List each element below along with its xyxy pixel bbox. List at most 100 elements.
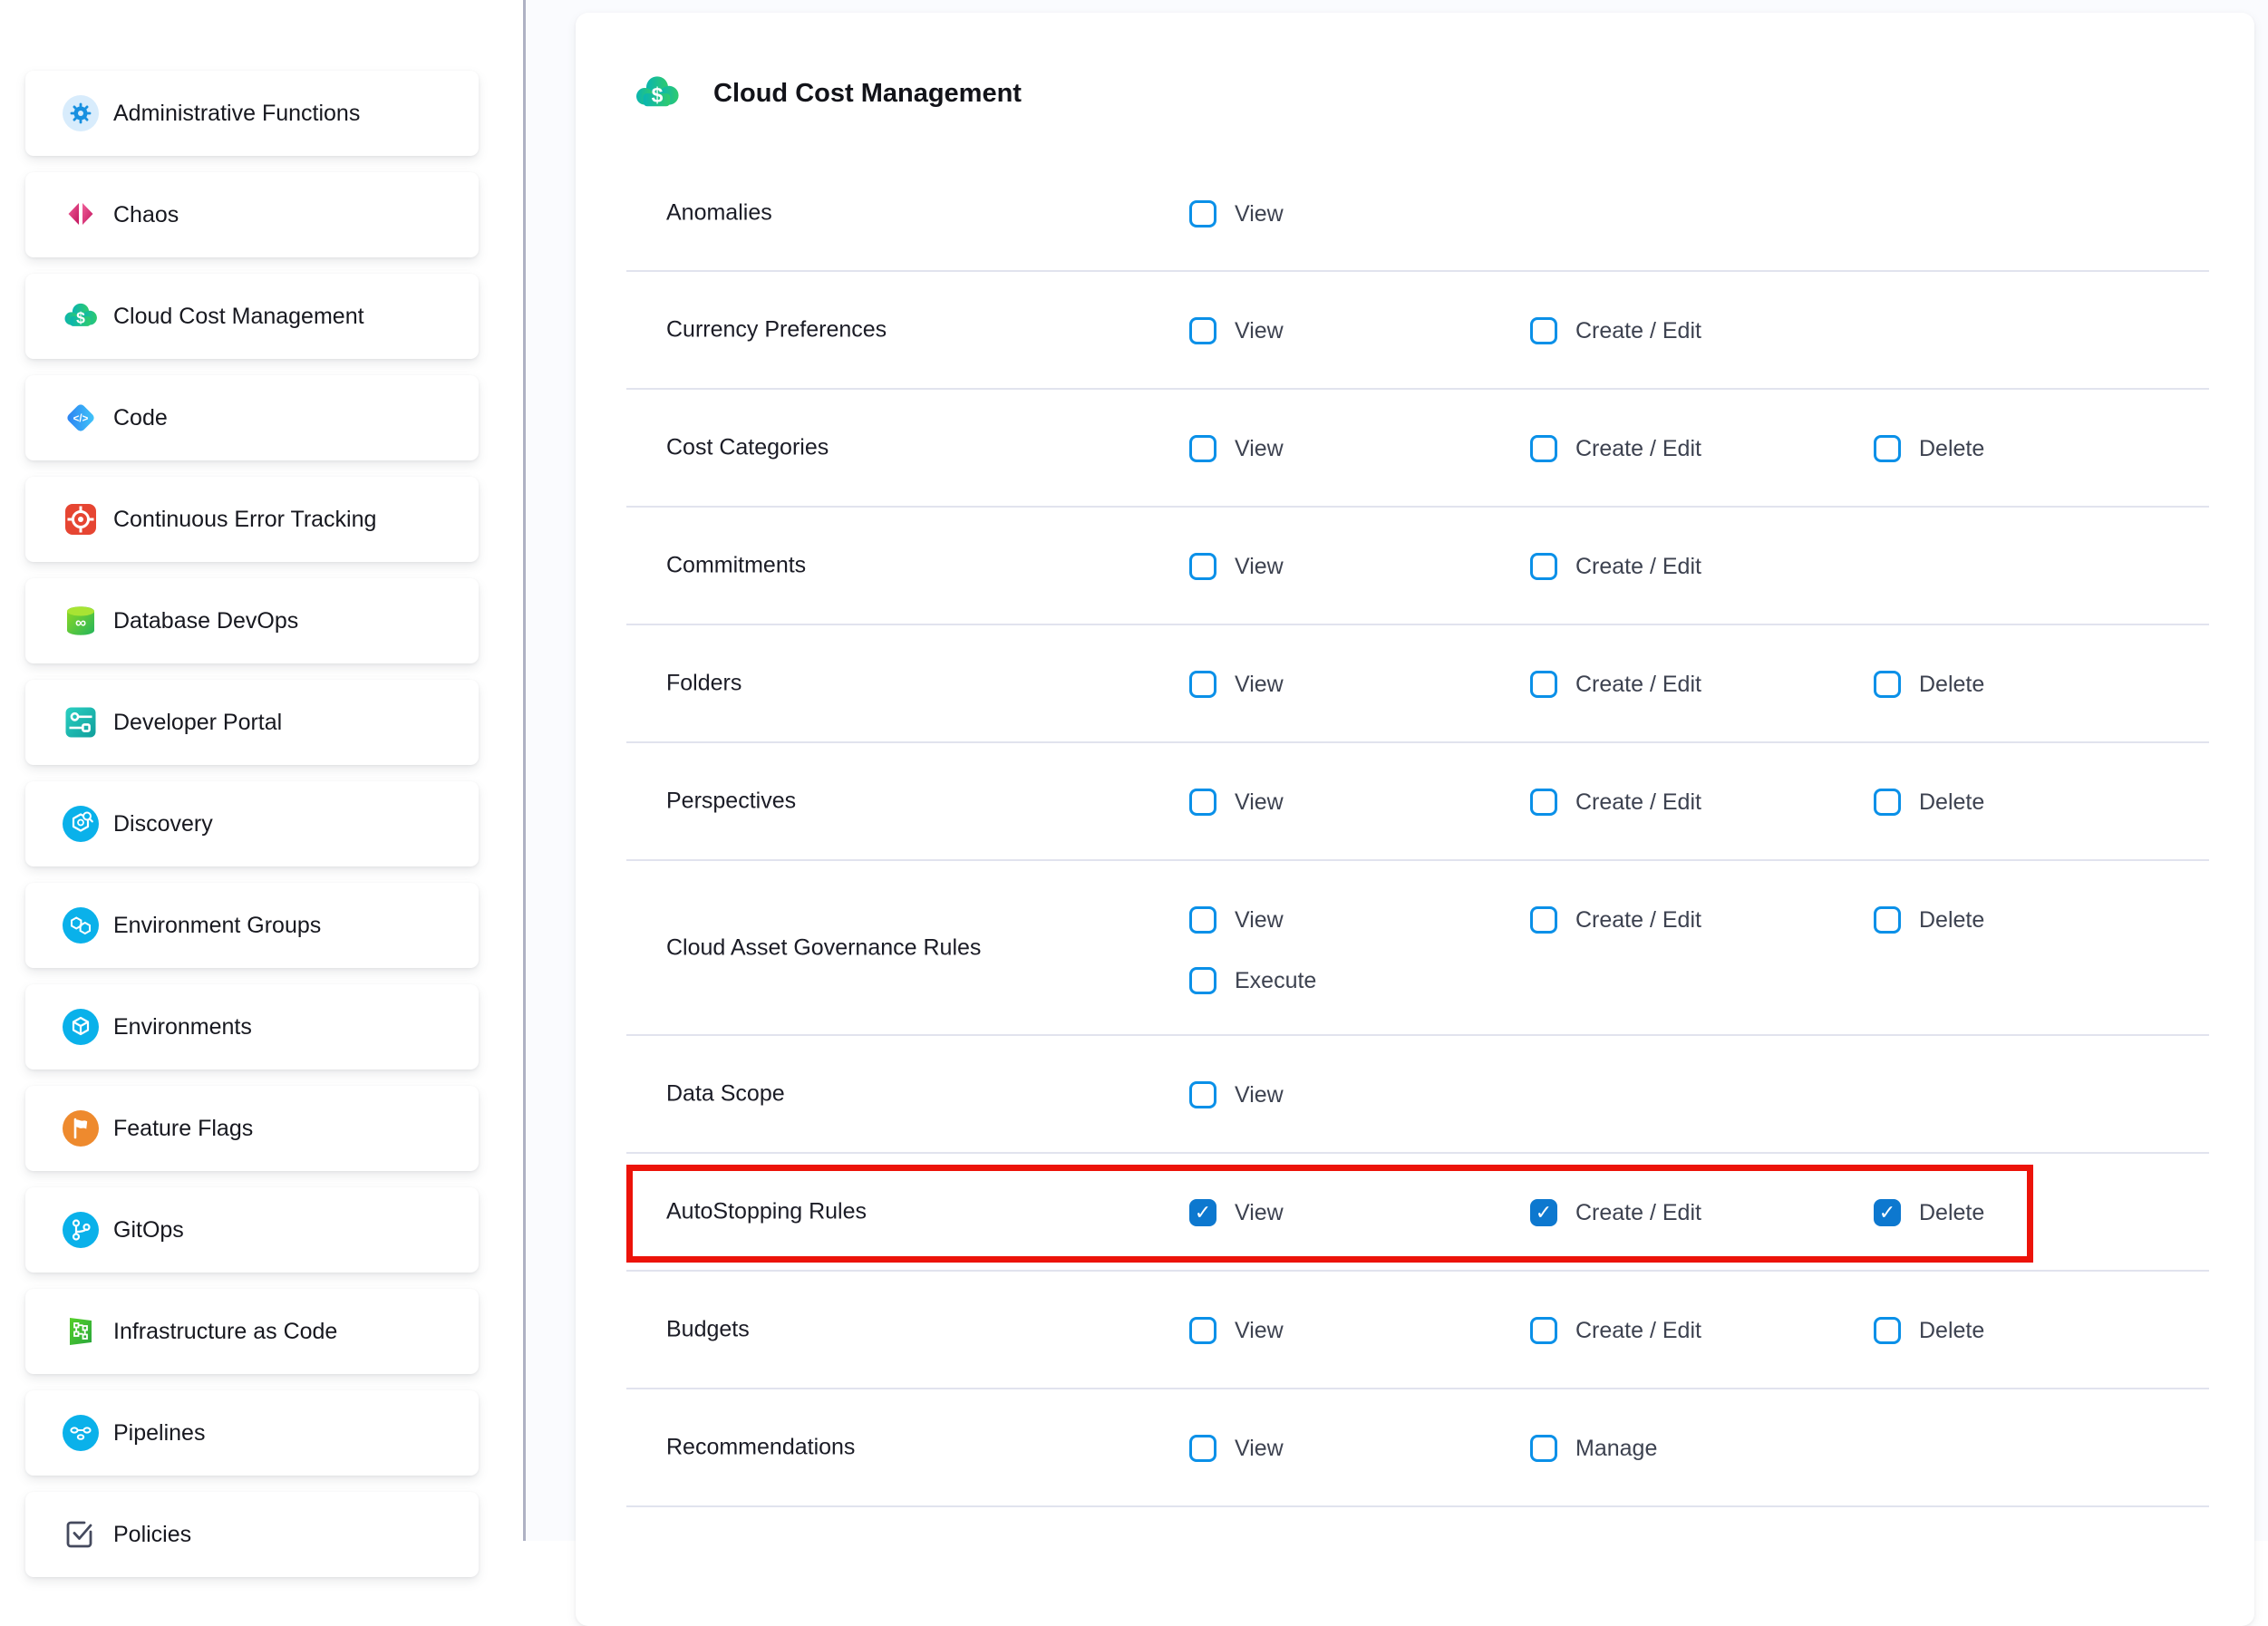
sidebar-item-administrative-functions[interactable]: Administrative Functions	[25, 71, 479, 156]
permission-label: View	[1235, 1318, 1284, 1344]
permissions-table: AnomaliesViewCurrency PreferencesViewCre…	[626, 156, 2209, 1507]
page-title: Cloud Cost Management	[713, 79, 1022, 109]
sidebar-item-label: Developer Portal	[113, 710, 282, 736]
permission-label: View	[1235, 907, 1284, 934]
permission-label: View	[1235, 1082, 1284, 1108]
checkbox-autostopping-rules-delete[interactable]: ✓	[1874, 1199, 1901, 1226]
checkbox-cloud-asset-governance-rules-view[interactable]	[1189, 906, 1216, 934]
permission-label: Create / Edit	[1575, 1200, 1701, 1226]
permission-row-autostopping-rules: AutoStopping Rules✓View✓Create / Edit✓De…	[626, 1154, 2209, 1272]
checkbox-perspectives-delete[interactable]	[1874, 789, 1901, 816]
checkbox-cost-categories-delete[interactable]	[1874, 435, 1901, 462]
sidebar-item-gitops[interactable]: GitOps	[25, 1187, 479, 1273]
resource-label: Budgets	[666, 1317, 750, 1343]
sidebar-item-label: Chaos	[113, 202, 179, 228]
sidebar-item-discovery[interactable]: Discovery	[25, 781, 479, 866]
checkbox-recommendations-manage[interactable]	[1530, 1435, 1557, 1462]
permission-label: Create / Edit	[1575, 318, 1701, 344]
gear-icon	[63, 95, 99, 131]
permission-commitments-view: View	[1189, 553, 1284, 580]
sidebar-item-database-devops[interactable]: ∞Database DevOps	[25, 578, 479, 663]
permission-label: View	[1235, 789, 1284, 816]
permission-label: View	[1235, 318, 1284, 344]
checkbox-folders-delete[interactable]	[1874, 671, 1901, 698]
sidebar-item-label: Code	[113, 405, 168, 431]
permission-recommendations-view: View	[1189, 1435, 1284, 1462]
sidebar-item-label: Policies	[113, 1522, 191, 1548]
permission-label: Create / Edit	[1575, 907, 1701, 934]
sidebar-item-environments[interactable]: Environments	[25, 984, 479, 1069]
permission-cloud-asset-governance-rules-create-edit: Create / Edit	[1530, 906, 1701, 934]
permission-recommendations-manage: Manage	[1530, 1435, 1657, 1462]
checkbox-perspectives-view[interactable]	[1189, 789, 1216, 816]
checkbox-cloud-asset-governance-rules-delete[interactable]	[1874, 906, 1901, 934]
checkbox-cost-categories-view[interactable]	[1189, 435, 1216, 462]
permission-row-anomalies: AnomaliesView	[626, 156, 2209, 272]
checkbox-currency-preferences-view[interactable]	[1189, 317, 1216, 344]
permission-label: Create / Edit	[1575, 554, 1701, 580]
permission-row-commitments: CommitmentsViewCreate / Edit	[626, 508, 2209, 625]
checkbox-budgets-create-edit[interactable]	[1530, 1317, 1557, 1344]
permission-row-recommendations: RecommendationsViewManage	[626, 1389, 2209, 1507]
checkbox-anomalies-view[interactable]	[1189, 200, 1216, 227]
checkbox-cloud-asset-governance-rules-execute[interactable]	[1189, 967, 1216, 994]
svg-text:$: $	[76, 309, 85, 327]
sidebar-item-code[interactable]: </>Code	[25, 375, 479, 460]
checkbox-budgets-delete[interactable]	[1874, 1317, 1901, 1344]
permission-perspectives-delete: Delete	[1874, 789, 1984, 816]
permission-label: Delete	[1919, 1318, 1984, 1344]
permission-anomalies-view: View	[1189, 200, 1284, 227]
checkbox-data-scope-view[interactable]	[1189, 1081, 1216, 1108]
checkbox-perspectives-create-edit[interactable]	[1530, 789, 1557, 816]
permission-row-perspectives: PerspectivesViewCreate / EditDelete	[626, 743, 2209, 861]
permission-label: Manage	[1575, 1436, 1657, 1462]
sidebar-item-cloud-cost-management[interactable]: $ Cloud Cost Management	[25, 274, 479, 359]
checkbox-budgets-view[interactable]	[1189, 1317, 1216, 1344]
permission-budgets-delete: Delete	[1874, 1317, 1984, 1344]
sidebar-item-feature-flags[interactable]: Feature Flags	[25, 1086, 479, 1171]
permission-data-scope-view: View	[1189, 1081, 1284, 1108]
permission-label: View	[1235, 554, 1284, 580]
resource-label: Data Scope	[666, 1081, 785, 1108]
sidebar-item-developer-portal[interactable]: Developer Portal	[25, 680, 479, 765]
chaos-icon	[63, 197, 99, 233]
permission-label: View	[1235, 672, 1284, 698]
permission-label: View	[1235, 436, 1284, 462]
sidebar-item-label: Cloud Cost Management	[113, 304, 364, 330]
checkbox-autostopping-rules-view[interactable]: ✓	[1189, 1199, 1216, 1226]
policies-check-icon	[63, 1516, 99, 1553]
permission-label: View	[1235, 1200, 1284, 1226]
permission-label: View	[1235, 1436, 1284, 1462]
module-sidebar: Administrative Functions Chaos $ Cloud Cost…	[0, 0, 526, 1541]
checkbox-cloud-asset-governance-rules-create-edit[interactable]	[1530, 906, 1557, 934]
checkbox-folders-create-edit[interactable]	[1530, 671, 1557, 698]
cloud-dollar-icon: $	[63, 298, 99, 334]
environment-groups-icon	[63, 907, 99, 944]
sidebar-item-pipelines[interactable]: Pipelines	[25, 1390, 479, 1476]
permission-autostopping-rules-create-edit: ✓ Create / Edit	[1530, 1199, 1701, 1226]
target-icon	[63, 501, 99, 537]
permission-label: Create / Edit	[1575, 436, 1701, 462]
sidebar-item-continuous-error-tracking[interactable]: Continuous Error Tracking	[25, 477, 479, 562]
sidebar-item-chaos[interactable]: Chaos	[25, 172, 479, 257]
git-branch-icon	[63, 1212, 99, 1248]
checkbox-recommendations-view[interactable]	[1189, 1435, 1216, 1462]
checkbox-commitments-create-edit[interactable]	[1530, 553, 1557, 580]
checkbox-currency-preferences-create-edit[interactable]	[1530, 317, 1557, 344]
checkbox-cost-categories-create-edit[interactable]	[1530, 435, 1557, 462]
sidebar-item-label: GitOps	[113, 1217, 184, 1244]
sidebar-item-environment-groups[interactable]: Environment Groups	[25, 883, 479, 968]
svg-text:$: $	[652, 83, 664, 107]
permission-label: View	[1235, 201, 1284, 227]
checkbox-folders-view[interactable]	[1189, 671, 1216, 698]
resource-label: Folders	[666, 671, 741, 697]
sidebar-item-policies[interactable]: Policies	[25, 1492, 479, 1577]
checkbox-commitments-view[interactable]	[1189, 553, 1216, 580]
environments-icon	[63, 1009, 99, 1045]
permission-row-cloud-asset-governance-rules: Cloud Asset Governance RulesViewCreate /…	[626, 861, 2209, 1036]
sidebar-item-label: Database DevOps	[113, 608, 298, 634]
permission-perspectives-create-edit: Create / Edit	[1530, 789, 1701, 816]
sidebar-item-infrastructure-as-code[interactable]: Infrastructure as Code	[25, 1289, 479, 1374]
permission-row-folders: FoldersViewCreate / EditDelete	[626, 625, 2209, 743]
checkbox-autostopping-rules-create-edit[interactable]: ✓	[1530, 1199, 1557, 1226]
